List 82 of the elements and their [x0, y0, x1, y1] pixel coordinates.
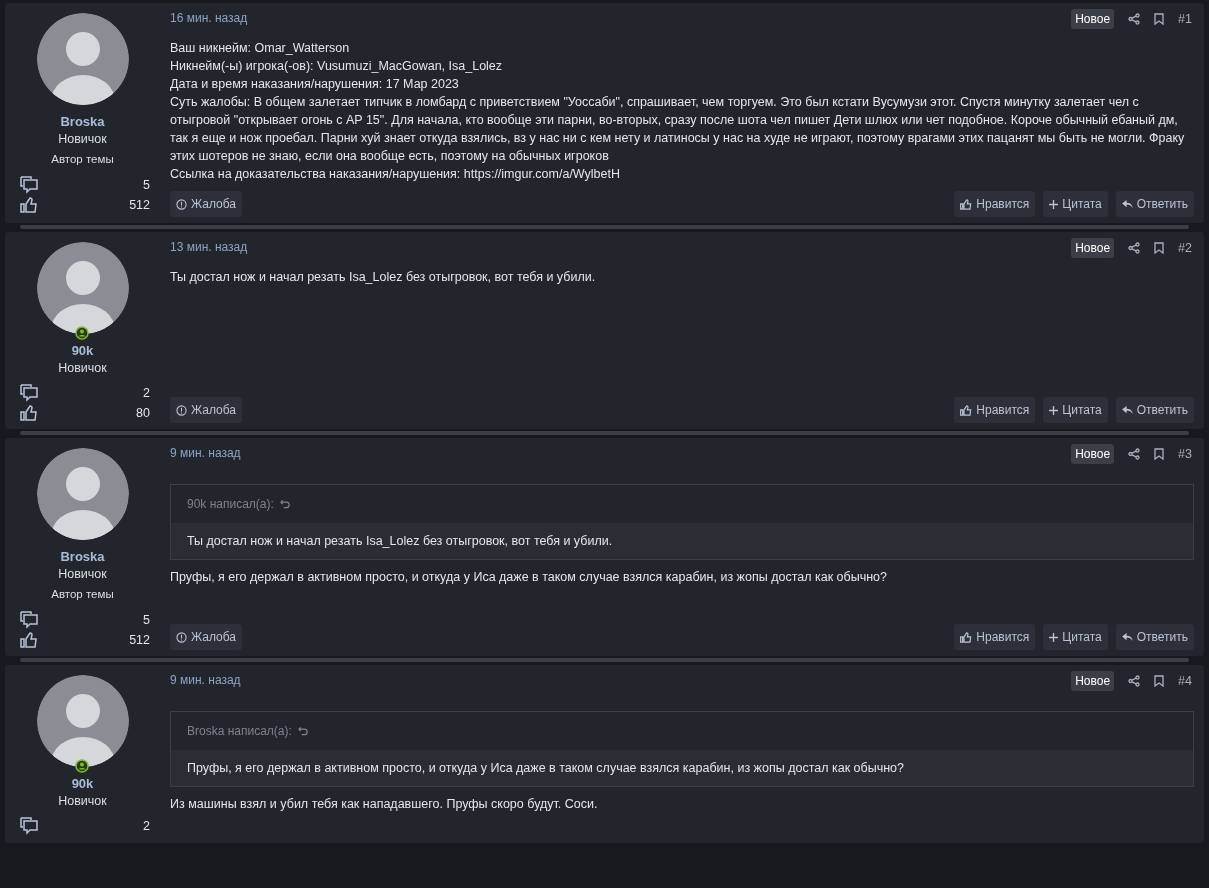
user-title: Новичок — [58, 793, 107, 810]
post-number[interactable]: #3 — [1178, 444, 1192, 464]
message-count: 2 — [143, 818, 150, 835]
like-button[interactable]: Нравится — [954, 191, 1036, 217]
like-count: 512 — [129, 632, 150, 649]
post-number[interactable]: #1 — [1178, 9, 1192, 29]
quote-button[interactable]: Цитата — [1043, 191, 1108, 217]
user-title: Новичок — [58, 360, 107, 376]
messages-icon — [20, 817, 38, 836]
info-icon — [176, 631, 187, 643]
quote-button[interactable]: Цитата — [1043, 397, 1108, 423]
post-number[interactable]: #4 — [1178, 671, 1192, 691]
info-icon — [176, 404, 187, 416]
share-icon[interactable] — [1128, 675, 1141, 688]
like-count: 512 — [129, 197, 150, 214]
bookmark-icon[interactable] — [1154, 242, 1165, 254]
quote-button[interactable]: Цитата — [1043, 624, 1108, 651]
reply-button[interactable]: Ответить — [1115, 191, 1194, 217]
bookmark-icon[interactable] — [1154, 13, 1165, 25]
messages-icon — [20, 611, 38, 630]
quote-author[interactable]: Broska написал(а): — [187, 722, 292, 741]
post-time[interactable]: 9 мин. назад — [170, 671, 241, 690]
share-icon[interactable] — [1128, 242, 1141, 254]
bookmark-icon[interactable] — [1154, 448, 1165, 460]
post-time[interactable]: 16 мин. назад — [170, 9, 248, 27]
post-time[interactable]: 9 мин. назад — [170, 444, 241, 462]
return-icon[interactable] — [297, 726, 309, 737]
post-text: Дата и время наказания/нарушения: 17 Мар 2023 — [170, 76, 460, 93]
report-button[interactable]: Жалоба — [170, 191, 242, 217]
plus-icon — [1049, 405, 1059, 415]
new-label: Новое — [1071, 671, 1115, 692]
username[interactable]: Broska — [60, 549, 105, 565]
messages-icon — [20, 176, 38, 195]
post-number[interactable]: #2 — [1178, 238, 1192, 258]
bookmark-icon[interactable] — [1154, 675, 1165, 688]
post-text: Суть жалобы: В общем залетает типчик в ломбард с приветствием "Уоссаби", спрашивает, чем торгуем. Это был кстати Вусумузи этот. Спустя минутку залетает чел с отыгровой "открывает огонь с AP 15". Для начала, кто вообще эти парни, во-вторых, сразу после шота чел пишет Дети шлюх или чет подобное. Короче обычный ебаный дм, так я еще и нож проебал. Парни хуй знает откуда взялись, вз у нас ни с кем нету и латиносы у нас на худе не играют, поэтому врагами этих пацанят мы быть не могли. Фраку этих шотеров не знаю, если она вообще есть, поэтому на обычных игроков — [170, 94, 1186, 165]
username[interactable]: 90k — [71, 776, 94, 793]
post-text: Ты достал нож и начал резать Isa_Lolez без отыгровок, вот тебя и убили. — [170, 269, 597, 286]
share-icon[interactable] — [1128, 13, 1141, 25]
reply-button[interactable]: Ответить — [1115, 397, 1194, 423]
author-label: Автор темы — [51, 587, 114, 602]
plus-icon — [1049, 199, 1059, 209]
like-button[interactable]: Нравится — [954, 624, 1036, 651]
quote-text: Пруфы, я его держал в активном просто, и откуда у Иса даже в таком случае взялся карабин, из жопы достал как обычно? — [171, 750, 1193, 787]
reply-icon — [1121, 199, 1133, 209]
user-title: Новичок — [58, 566, 107, 582]
user-title: Новичок — [58, 131, 107, 147]
post-text: Никнейм(-ы) игрока(-ов): Vusumuzi_MacGowan, Isa_Lolez — [170, 58, 504, 75]
thumbs-up-icon — [20, 632, 38, 649]
post-time[interactable]: 13 мин. назад — [170, 238, 248, 256]
quote-text: Ты достал нож и начал резать Isa_Lolez без отыгровок, вот тебя и убили. — [171, 523, 1193, 559]
new-label: Новое — [1071, 444, 1115, 464]
post-text: Ваш никнейм: Omar_Watterson — [170, 40, 351, 57]
report-button[interactable]: Жалоба — [170, 624, 242, 651]
plus-icon — [1049, 632, 1059, 642]
message-count: 5 — [143, 177, 150, 194]
thumbs-up-icon — [960, 198, 973, 210]
thumbs-up-icon — [20, 197, 38, 214]
post-text: Ссылка на доказательства наказания/нарушения: https://imgur.com/a/WylbetH — [170, 166, 621, 183]
reply-icon — [1121, 632, 1133, 642]
thumbs-up-icon — [960, 404, 973, 416]
messages-icon — [20, 384, 38, 402]
username[interactable]: 90k — [71, 343, 94, 359]
reply-icon — [1121, 405, 1133, 415]
post-text: Пруфы, я его держал в активном просто, и откуда у Иса даже в таком случае взялся карабин, из жопы достал как обычно? — [170, 569, 888, 586]
new-label: Новое — [1071, 238, 1115, 258]
return-icon[interactable] — [279, 499, 291, 509]
post-text: Из машины взял и убил тебя как нападавшего. Пруфы скоро будут. Соси. — [170, 796, 599, 814]
reply-button[interactable]: Ответить — [1115, 624, 1194, 651]
username[interactable]: Broska — [60, 114, 105, 130]
quote-author[interactable]: 90k написал(а): — [187, 495, 274, 513]
author-label: Автор темы — [51, 152, 114, 167]
message-count: 2 — [143, 385, 150, 401]
message-count: 5 — [143, 612, 150, 629]
new-label: Новое — [1071, 9, 1115, 29]
info-icon — [176, 198, 187, 210]
thumbs-up-icon — [960, 631, 973, 643]
like-count: 80 — [136, 405, 150, 421]
like-button[interactable]: Нравится — [954, 397, 1036, 423]
thumbs-up-icon — [20, 405, 38, 421]
report-button[interactable]: Жалоба — [170, 397, 242, 423]
share-icon[interactable] — [1128, 448, 1141, 460]
